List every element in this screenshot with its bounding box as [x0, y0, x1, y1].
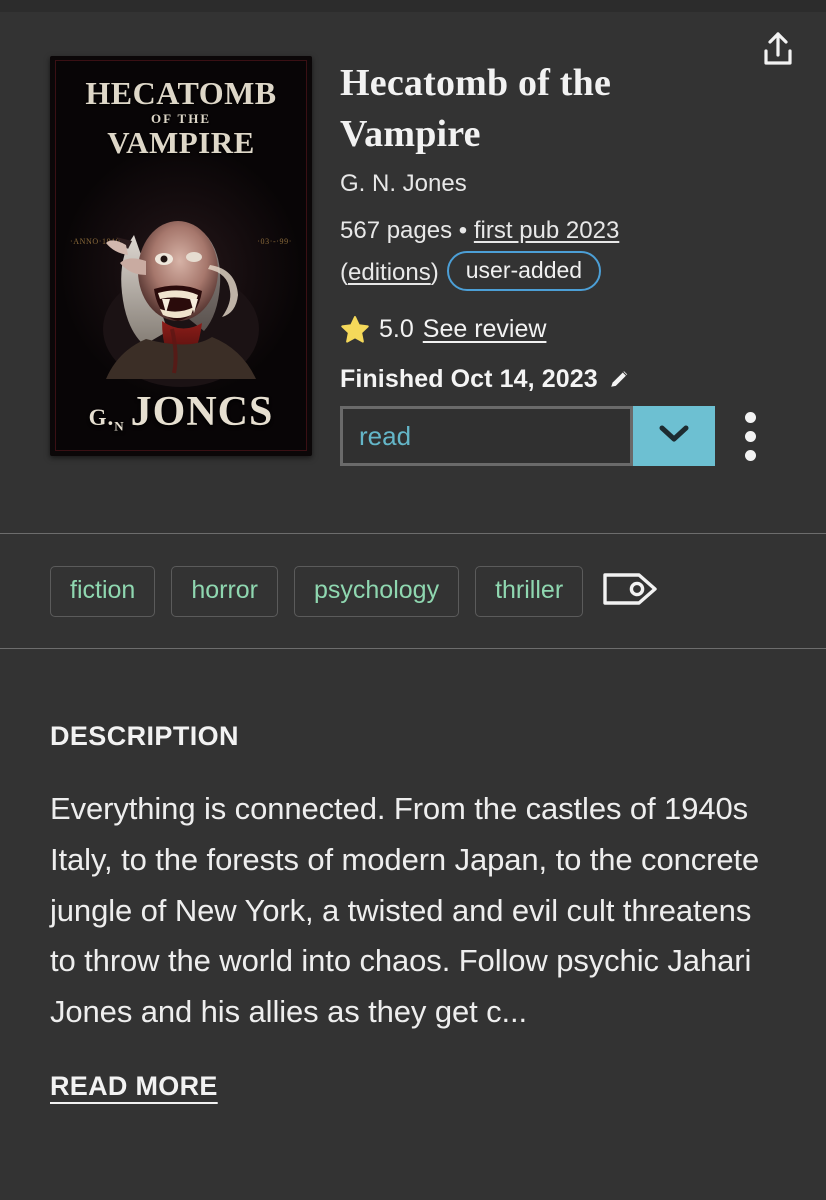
shelf-select[interactable]: read — [340, 406, 715, 467]
status-badge: user-added — [446, 250, 602, 291]
book-detail-page: HECATOMB OF THE VAMPIRE ·ANNO·1919· ·03·… — [0, 0, 826, 1200]
page-count: 567 pages — [340, 217, 453, 245]
cover-title-line1: HECATOMB — [85, 75, 277, 111]
cover-vampire-artwork — [103, 221, 259, 387]
book-author[interactable]: G. N. Jones — [340, 170, 796, 198]
finished-row: Finished Oct 14, 2023 — [340, 365, 796, 394]
chevron-down-icon — [657, 423, 691, 450]
rating-row: 5.0 See review — [340, 315, 796, 345]
see-review-link[interactable]: See review — [423, 315, 547, 344]
shelf-select-value[interactable]: read — [340, 406, 633, 467]
tag-icon — [601, 569, 659, 614]
cover-author-initial-n: N — [114, 418, 125, 434]
tags-row: fiction horror psychology thriller — [0, 534, 826, 648]
read-more-button[interactable]: READ MORE — [50, 1071, 218, 1102]
tag-chip[interactable]: psychology — [294, 565, 460, 617]
kebab-dot — [745, 449, 756, 461]
rating-value: 5.0 — [379, 315, 414, 344]
shelf-status-row: read — [340, 406, 796, 467]
book-cover[interactable]: HECATOMB OF THE VAMPIRE ·ANNO·1919· ·03·… — [50, 56, 312, 456]
cover-author-art: G.N JONCS — [56, 388, 306, 436]
cover-author-initial-g: G. — [88, 405, 115, 430]
cover-title-line3: VAMPIRE — [107, 124, 255, 160]
tag-chip[interactable]: thriller — [475, 565, 584, 617]
description-heading: DESCRIPTION — [50, 721, 239, 751]
kebab-dot — [745, 430, 756, 442]
meta-separator: • — [458, 217, 468, 245]
add-tag-button[interactable] — [599, 568, 661, 614]
finished-date-label: Finished Oct 14, 2023 — [340, 364, 598, 393]
kebab-menu-icon[interactable] — [737, 406, 764, 467]
editions-link[interactable]: editions — [348, 259, 431, 286]
star-icon — [340, 315, 370, 345]
first-pub-link[interactable]: first pub 2023 — [474, 217, 619, 244]
book-header: HECATOMB OF THE VAMPIRE ·ANNO·1919· ·03·… — [0, 12, 826, 533]
status-bar-strip — [0, 0, 826, 12]
cover-author-surname: JONCS — [130, 389, 274, 435]
description-section: DESCRIPTION Everything is connected. Fro… — [0, 649, 826, 1102]
publication-info: 567 pages • first pub 2023 (editions) use… — [340, 212, 796, 293]
tag-chip[interactable]: fiction — [50, 565, 156, 617]
shelf-select-toggle[interactable] — [633, 406, 715, 467]
page-title: Hecatomb of the Vampire — [340, 62, 612, 155]
description-body: Everything is connected. From the castle… — [50, 791, 760, 1030]
pencil-icon[interactable] — [608, 368, 630, 390]
kebab-dot — [745, 411, 756, 423]
book-meta: Hecatomb of the Vampire G. N. Jones 567 … — [340, 56, 796, 533]
editions-close-paren: ) — [430, 258, 439, 286]
tag-chip[interactable]: horror — [171, 565, 278, 617]
editions-open-paren: ( — [340, 258, 348, 286]
cover-title-art: HECATOMB OF THE VAMPIRE — [56, 77, 306, 158]
